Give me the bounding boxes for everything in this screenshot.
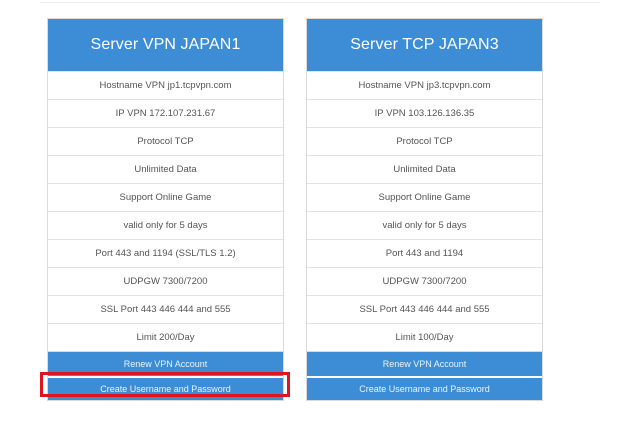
feature-ip: IP VPN 103.126.136.35 <box>307 99 542 127</box>
renew-vpn-account-button[interactable]: Renew VPN Account <box>48 351 283 376</box>
feature-validity: valid only for 5 days <box>48 211 283 239</box>
feature-hostname: Hostname VPN jp3.tcpvpn.com <box>307 71 542 99</box>
feature-port: Port 443 and 1194 (SSL/TLS 1.2) <box>48 239 283 267</box>
server-card-japan3: Server TCP JAPAN3 Hostname VPN jp3.tcpvp… <box>306 18 543 401</box>
feature-online-game: Support Online Game <box>307 183 542 211</box>
top-divider <box>40 2 600 3</box>
server-title: Server TCP JAPAN3 <box>307 19 542 71</box>
feature-protocol: Protocol TCP <box>48 127 283 155</box>
feature-udpgw: UDPGW 7300/7200 <box>307 267 542 295</box>
create-username-password-button[interactable]: Create Username and Password <box>48 376 283 400</box>
feature-ssl-port: SSL Port 443 446 444 and 555 <box>48 295 283 323</box>
feature-udpgw: UDPGW 7300/7200 <box>48 267 283 295</box>
feature-ssl-port: SSL Port 443 446 444 and 555 <box>307 295 542 323</box>
feature-protocol: Protocol TCP <box>307 127 542 155</box>
renew-vpn-account-button[interactable]: Renew VPN Account <box>307 351 542 376</box>
page: Server VPN JAPAN1 Hostname VPN jp1.tcpvp… <box>0 0 640 421</box>
feature-hostname: Hostname VPN jp1.tcpvpn.com <box>48 71 283 99</box>
server-card-japan1: Server VPN JAPAN1 Hostname VPN jp1.tcpvp… <box>47 18 284 401</box>
feature-data: Unlimited Data <box>307 155 542 183</box>
create-username-password-button[interactable]: Create Username and Password <box>307 376 542 400</box>
feature-online-game: Support Online Game <box>48 183 283 211</box>
feature-port: Port 443 and 1194 <box>307 239 542 267</box>
feature-validity: valid only for 5 days <box>307 211 542 239</box>
server-title: Server VPN JAPAN1 <box>48 19 283 71</box>
feature-ip: IP VPN 172.107.231.67 <box>48 99 283 127</box>
feature-limit: Limit 200/Day <box>48 323 283 351</box>
feature-limit: Limit 100/Day <box>307 323 542 351</box>
feature-data: Unlimited Data <box>48 155 283 183</box>
